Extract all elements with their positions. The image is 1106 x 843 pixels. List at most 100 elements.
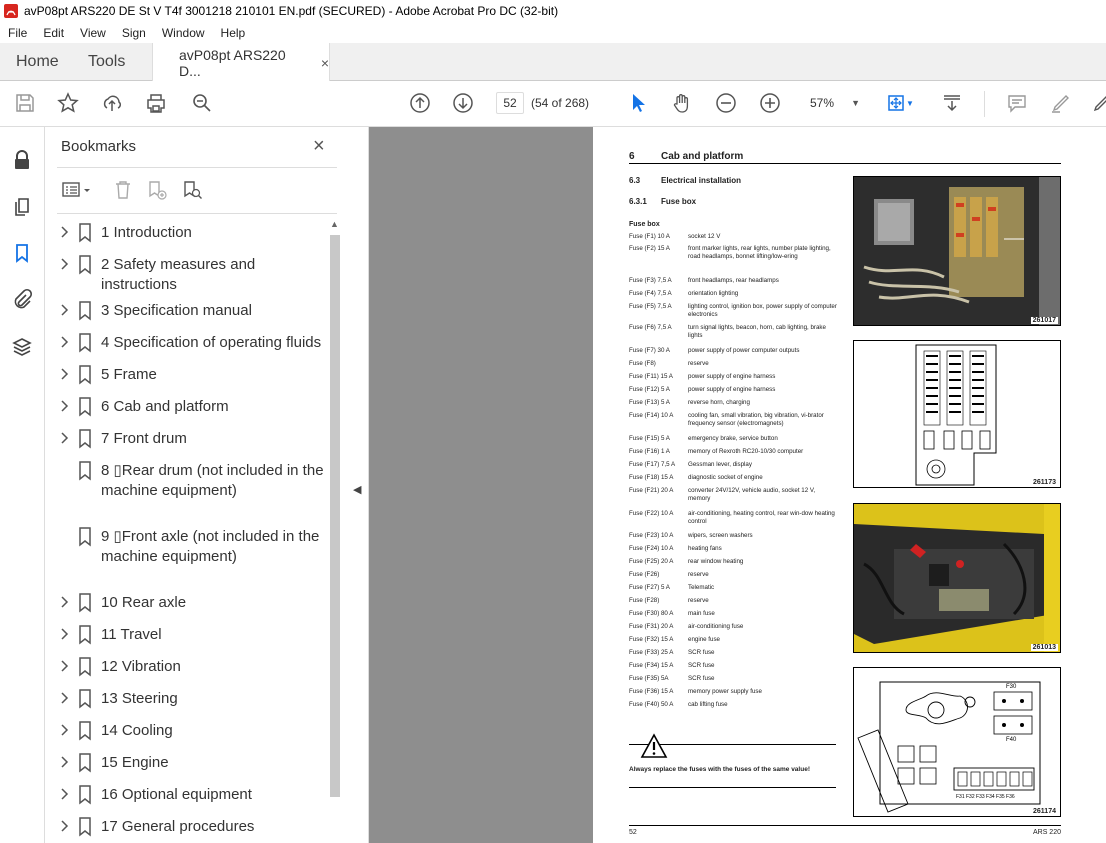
scroll-mode-icon[interactable] [940, 91, 964, 115]
bookmark-label: 8 ▯Rear drum (not included in the machin… [101, 462, 324, 499]
fuse-description: cooling fan, small vibration, big vibrat… [688, 412, 824, 427]
zoom-search-icon[interactable] [190, 91, 214, 115]
bookmark-icon [79, 785, 91, 805]
next-page-icon[interactable] [451, 91, 475, 115]
fuse-description: SCR fuse [688, 649, 715, 656]
chevron-right-icon[interactable] [57, 755, 71, 769]
tab-document[interactable]: avP08pt ARS220 D... × [152, 43, 330, 82]
chevron-right-icon[interactable] [57, 257, 71, 271]
bookmark-label: 3 Specification manual [101, 302, 252, 319]
select-cursor-icon[interactable] [626, 91, 650, 115]
chevron-right-icon[interactable] [57, 627, 71, 641]
bookmark-icon [79, 301, 91, 321]
fuse-description: emergency brake, service button [688, 435, 778, 442]
scrollbar-thumb[interactable] [330, 235, 340, 797]
save-icon[interactable] [13, 91, 37, 115]
fuse-description: Gessman lever, display [688, 461, 752, 468]
fuse-description: SCR fuse [688, 662, 715, 669]
menu-edit[interactable]: Edit [35, 26, 72, 40]
fuse-description: lighting control, ignition box, power su… [688, 303, 837, 318]
zoom-out-icon[interactable] [714, 91, 738, 115]
bookmark-label: 13 Steering [101, 690, 178, 707]
panel-collapse-strip[interactable]: ◀ [345, 127, 369, 843]
tab-home[interactable]: Home [16, 43, 59, 81]
section-number: 6.3 [629, 176, 641, 185]
bookmark-panel-icon[interactable] [10, 241, 34, 265]
fuse-id: Fuse (F7) 30 A [629, 347, 670, 354]
fuse-description: socket 12 V [688, 233, 721, 240]
find-bookmark-icon[interactable] [181, 179, 203, 201]
highlight-pen-icon[interactable] [1049, 91, 1073, 115]
close-panel-icon[interactable]: × [313, 135, 325, 158]
fuse-id: Fuse (F36) 15 A [629, 688, 674, 695]
menu-view[interactable]: View [72, 26, 114, 40]
scroll-up-icon[interactable]: ▲ [330, 219, 339, 229]
menu-bar: File Edit View Sign Window Help [0, 22, 1106, 43]
comment-icon[interactable] [1005, 91, 1029, 115]
delete-icon[interactable] [112, 179, 134, 201]
diagram-fuse-layout: 261173 [853, 340, 1061, 488]
chevron-right-icon[interactable] [57, 335, 71, 349]
fuse-id: Fuse (F32) 15 A [629, 636, 674, 643]
subsection-title: Fuse box [661, 197, 697, 206]
options-menu-icon[interactable] [61, 179, 91, 201]
collapse-arrow-icon[interactable]: ◀ [353, 483, 361, 496]
star-icon[interactable] [56, 91, 80, 115]
fuse-id: Fuse (F25) 20 A [629, 558, 674, 565]
fuse-description: reverse horn, charging [688, 399, 750, 406]
chevron-right-icon[interactable] [57, 723, 71, 737]
bookmark-label: 10 Rear axle [101, 594, 187, 611]
chevron-down-icon: ▼ [851, 98, 860, 108]
zoom-value: 57% [810, 96, 835, 110]
chevron-right-icon[interactable] [57, 659, 71, 673]
bookmark-label: 4 Specification of operating fluids [101, 334, 322, 351]
page-number-input[interactable]: 52 [496, 92, 524, 114]
lock-icon[interactable] [10, 148, 34, 172]
tab-tools[interactable]: Tools [88, 43, 125, 81]
bookmark-icon [79, 365, 91, 385]
draw-icon[interactable] [1090, 91, 1106, 115]
fuse-description: turn signal lights, beacon, horn, cab li… [688, 324, 826, 339]
chevron-right-icon[interactable] [57, 691, 71, 705]
upload-icon[interactable] [100, 91, 124, 115]
panel-divider [57, 167, 337, 168]
fuse-id: Fuse (F4) 7,5 A [629, 290, 672, 297]
zoom-in-icon[interactable] [758, 91, 782, 115]
chevron-right-icon[interactable] [57, 225, 71, 239]
fuse-description: front marker lights, rear lights, number… [688, 245, 831, 260]
bookmark-icon [79, 657, 91, 677]
chevron-right-icon[interactable] [57, 303, 71, 317]
chapter-title: Cab and platform [661, 151, 744, 162]
previous-page-icon[interactable] [408, 91, 432, 115]
fuse-id: Fuse (F30) 80 A [629, 610, 674, 617]
fuse-id: Fuse (F28) [629, 597, 660, 604]
layers-icon[interactable] [10, 335, 34, 359]
chevron-right-icon[interactable] [57, 431, 71, 445]
add-bookmark-icon[interactable] [146, 179, 168, 201]
close-tab-icon[interactable]: × [321, 55, 329, 71]
f30-label: F30 [1006, 684, 1017, 690]
chevron-right-icon[interactable] [57, 399, 71, 413]
bookmark-icon [79, 593, 91, 613]
hand-tool-icon[interactable] [670, 91, 694, 115]
fuse-description: cab lifting fuse [688, 701, 728, 708]
menu-help[interactable]: Help [213, 26, 254, 40]
pages-icon[interactable] [10, 195, 34, 219]
menu-file[interactable]: File [0, 26, 35, 40]
chevron-right-icon[interactable] [57, 819, 71, 833]
attachment-icon[interactable] [10, 287, 34, 311]
menu-window[interactable]: Window [154, 26, 213, 40]
electronics-photo [854, 177, 1060, 325]
chevron-right-icon[interactable] [57, 787, 71, 801]
bookmarks-scrollbar[interactable]: ▲ [328, 217, 344, 843]
fuse-id: Fuse (F5) 7,5 A [629, 303, 672, 310]
fuse-description: wipers, screen washers [688, 532, 753, 539]
chevron-right-icon[interactable] [57, 595, 71, 609]
chevron-right-icon[interactable] [57, 367, 71, 381]
fuse-id: Fuse (F35) 5A [629, 675, 669, 682]
print-icon[interactable] [144, 91, 168, 115]
fit-dropdown-icon[interactable]: ▼ [904, 91, 916, 115]
menu-sign[interactable]: Sign [114, 26, 154, 40]
zoom-select[interactable]: 57% ▼ [802, 92, 864, 114]
chapter-heading: 6 Cab and platform [629, 151, 1061, 164]
